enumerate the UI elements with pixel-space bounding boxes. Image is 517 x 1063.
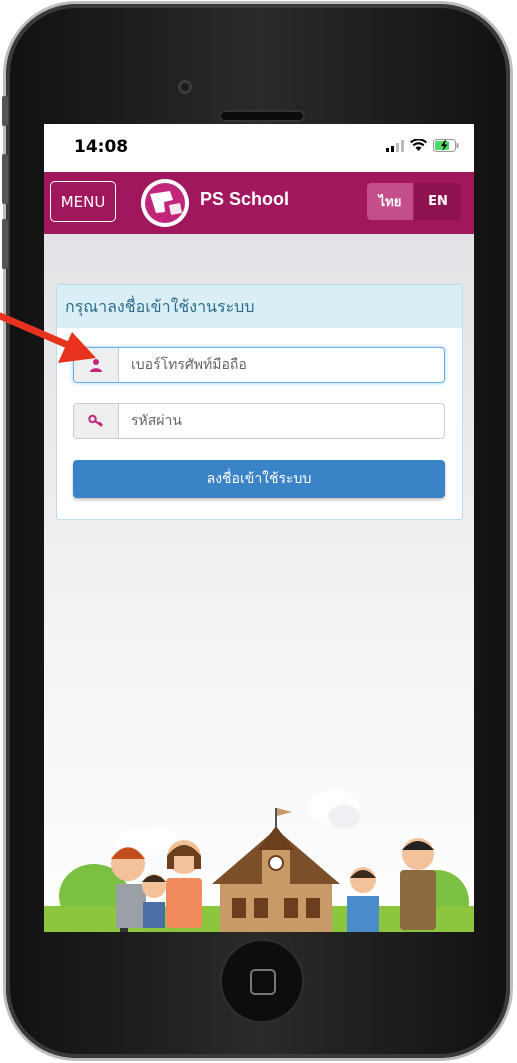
lang-thai-button[interactable]: ไทย [367,183,413,220]
volume-up-button [2,154,8,204]
phone-input[interactable] [119,348,444,382]
school-illustration [44,790,474,932]
status-time: 14:08 [74,137,129,157]
lang-en-button[interactable]: EN [415,183,461,220]
status-bar: 14:08 [44,124,474,172]
password-addon [74,404,119,438]
wifi-icon [410,139,427,151]
menu-button[interactable]: MENU [50,181,116,222]
key-icon [88,414,103,427]
annotation-arrow-icon [0,312,96,363]
password-field [73,403,445,439]
login-panel: กรุณาลงชื่อเข้าใช้งานระบบ เบอร์โทรศัพท์ม… [56,284,463,520]
login-heading: กรุณาลงชื่อเข้าใช้งานระบบ [57,285,462,328]
phone-screen: 14:08 MENU PS School ไทย EN กรุณาลงชื่อเ… [44,124,474,932]
home-button-icon[interactable] [219,938,305,1024]
volume-down-button [2,219,8,269]
front-camera [178,80,192,94]
login-button[interactable]: ลงชื่อเข้าใช้ระบบ [73,460,445,498]
ps-school-logo [141,179,189,227]
brand-name: PS School [200,189,290,209]
signal-icon [386,139,404,152]
top-navbar: MENU PS School ไทย EN [44,172,474,234]
phone-field [73,347,445,383]
battery-charging-icon [433,139,459,152]
earpiece-speaker [219,110,305,122]
password-input[interactable] [119,404,444,438]
silent-switch [2,96,8,126]
